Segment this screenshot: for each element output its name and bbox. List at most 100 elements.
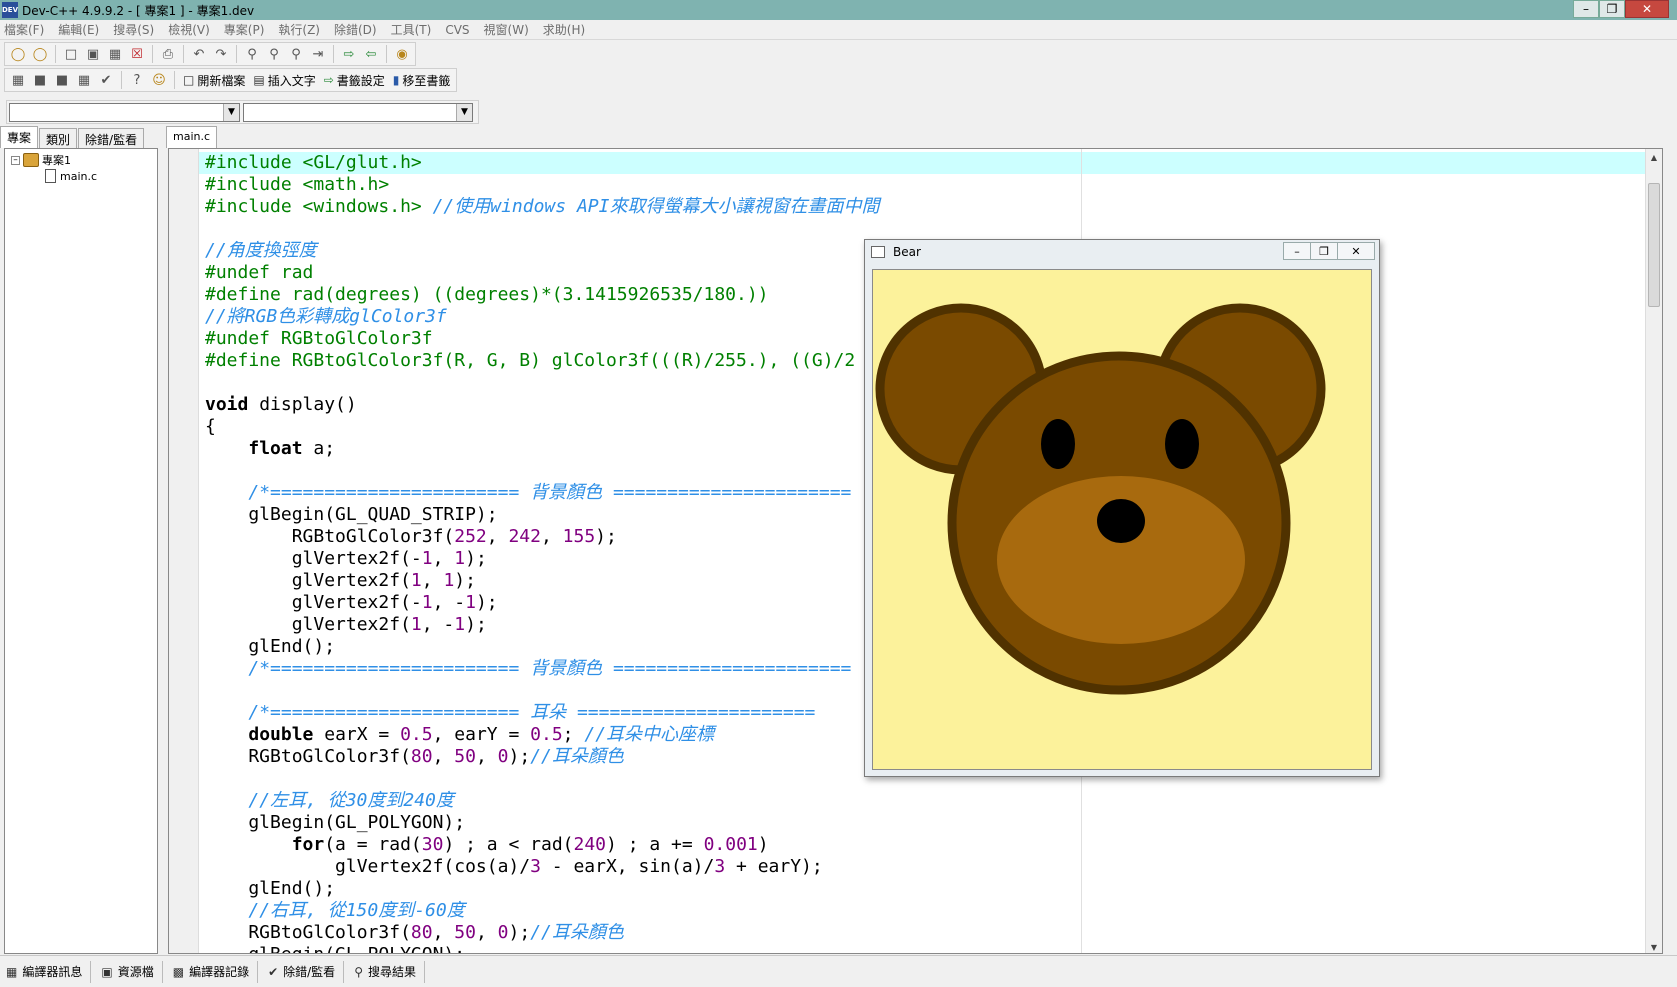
- code-line[interactable]: glVertex2f(1, 1);: [205, 570, 879, 592]
- menu-execute[interactable]: 執行(Z): [278, 21, 320, 38]
- save-icon[interactable]: ▣: [83, 44, 103, 64]
- menu-help[interactable]: 求助(H): [543, 21, 585, 38]
- code-line[interactable]: glEnd();: [205, 878, 879, 900]
- code-line[interactable]: RGBtoGlColor3f(80, 50, 0);//耳朵顏色: [205, 746, 879, 768]
- debug-check-icon[interactable]: ✔: [96, 70, 116, 90]
- close-file-icon[interactable]: ☒: [127, 44, 147, 64]
- code-line[interactable]: #include <math.h>: [205, 174, 879, 196]
- code-line[interactable]: [205, 680, 879, 702]
- maximize-button[interactable]: ❐: [1310, 242, 1338, 260]
- bear-window-titlebar[interactable]: Bear: [871, 245, 921, 259]
- goto-line-icon[interactable]: ⇥: [308, 44, 328, 64]
- scroll-down-icon[interactable]: ▼: [1646, 939, 1662, 953]
- source-code[interactable]: #include <GL/glut.h> #include <math.h> #in…: [205, 152, 879, 953]
- code-line[interactable]: void display(): [205, 394, 879, 416]
- tab-resources[interactable]: ▣ 資源檔: [101, 960, 163, 983]
- new-project-icon[interactable]: ◯: [30, 44, 50, 64]
- code-line[interactable]: glBegin(GL_POLYGON);: [205, 944, 879, 953]
- redo-icon[interactable]: ↷: [211, 44, 231, 64]
- rebuild-icon[interactable]: ▦: [74, 70, 94, 90]
- new-file-button[interactable]: □ 開新檔案: [183, 72, 245, 89]
- code-line[interactable]: glBegin(GL_POLYGON);: [205, 812, 879, 834]
- tab-compiler-messages[interactable]: ▦ 編譯器訊息: [6, 960, 92, 983]
- bookmark-set-button[interactable]: ⇨ 書籤設定: [324, 72, 385, 89]
- scroll-thumb[interactable]: [1648, 183, 1660, 307]
- code-line[interactable]: /*======================= 背景顏色 =========…: [205, 482, 879, 504]
- compile-icon[interactable]: ▦: [8, 70, 28, 90]
- tab-debug[interactable]: ✔ 除錯/監看: [268, 960, 345, 983]
- code-line[interactable]: [205, 460, 879, 482]
- menu-view[interactable]: 檢視(V): [168, 21, 210, 38]
- code-line[interactable]: for(a = rad(30) ; a < rad(240) ; a += 0.…: [205, 834, 879, 856]
- compile-run-icon[interactable]: ■: [52, 70, 72, 90]
- code-line[interactable]: float a;: [205, 438, 879, 460]
- code-line[interactable]: glVertex2f(-1, 1);: [205, 548, 879, 570]
- minimize-button[interactable]: –: [1573, 0, 1599, 18]
- add-to-project-icon[interactable]: ⇨: [339, 44, 359, 64]
- menu-project[interactable]: 專案(P): [224, 21, 265, 38]
- print-icon[interactable]: ⎙: [158, 44, 178, 64]
- tab-debug-watch[interactable]: 除錯/監看: [78, 128, 145, 148]
- tab-project[interactable]: 專案: [0, 126, 39, 148]
- insert-text-button[interactable]: ▤ 插入文字: [253, 72, 315, 89]
- tab-classes[interactable]: 類別: [39, 128, 78, 148]
- open-project-icon[interactable]: ◯: [8, 44, 28, 64]
- menu-edit[interactable]: 編輯(E): [58, 21, 99, 38]
- menu-file[interactable]: 檔案(F): [4, 21, 44, 38]
- member-combo[interactable]: ▼: [243, 102, 473, 122]
- menu-debug[interactable]: 除錯(D): [334, 21, 377, 38]
- menu-window[interactable]: 視窗(W): [484, 21, 529, 38]
- code-line[interactable]: /*======================= 耳朵 ===========…: [205, 702, 879, 724]
- undo-icon[interactable]: ↶: [189, 44, 209, 64]
- code-line[interactable]: #include <GL/glut.h>: [205, 152, 879, 174]
- code-line[interactable]: #include <windows.h> //使用windows API來取得螢…: [205, 196, 879, 218]
- vertical-scrollbar[interactable]: ▲ ▼: [1645, 149, 1662, 953]
- tree-item-project[interactable]: – 專案1: [11, 152, 71, 168]
- code-line[interactable]: //右耳, 從150度到-60度: [205, 900, 879, 922]
- code-line[interactable]: //角度換弳度: [205, 240, 879, 262]
- code-line[interactable]: glVertex2f(1, -1);: [205, 614, 879, 636]
- menu-search[interactable]: 搜尋(S): [113, 21, 154, 38]
- code-line[interactable]: glBegin(GL_QUAD_STRIP);: [205, 504, 879, 526]
- code-line[interactable]: glVertex2f(cos(a)/3 - earX, sin(a)/3 + e…: [205, 856, 879, 878]
- new-file-icon[interactable]: □: [61, 44, 81, 64]
- code-line[interactable]: RGBtoGlColor3f(252, 242, 155);: [205, 526, 879, 548]
- close-button[interactable]: ✕: [1337, 242, 1375, 260]
- code-line[interactable]: //將RGB色彩轉成glColor3f: [205, 306, 879, 328]
- code-line[interactable]: #undef rad: [205, 262, 879, 284]
- remove-from-project-icon[interactable]: ⇦: [361, 44, 381, 64]
- project-options-icon[interactable]: ◉: [392, 44, 412, 64]
- code-line[interactable]: glEnd();: [205, 636, 879, 658]
- editor-tab-main[interactable]: main.c: [166, 126, 218, 148]
- run-icon[interactable]: ■: [30, 70, 50, 90]
- code-line[interactable]: //左耳, 從30度到240度: [205, 790, 879, 812]
- code-line[interactable]: [205, 218, 879, 240]
- code-line[interactable]: double earX = 0.5, earY = 0.5; //耳朵中心座標: [205, 724, 879, 746]
- tab-compile-log[interactable]: ▩ 編譯器記錄: [173, 960, 259, 983]
- collapse-icon[interactable]: –: [11, 155, 20, 165]
- menu-tools[interactable]: 工具(T): [391, 21, 432, 38]
- help-icon[interactable]: ?: [127, 70, 147, 90]
- save-all-icon[interactable]: ▦: [105, 44, 125, 64]
- code-line[interactable]: RGBtoGlColor3f(80, 50, 0);//耳朵顏色: [205, 922, 879, 944]
- tree-item-file[interactable]: main.c: [45, 169, 97, 183]
- replace-icon[interactable]: ⚲: [264, 44, 284, 64]
- find-icon[interactable]: ⚲: [242, 44, 262, 64]
- chevron-down-icon[interactable]: ▼: [223, 103, 239, 121]
- code-line[interactable]: [205, 372, 879, 394]
- maximize-button[interactable]: ❐: [1599, 0, 1625, 18]
- find-next-icon[interactable]: ⚲: [286, 44, 306, 64]
- bear-window[interactable]: Bear – ❐ ✕: [864, 239, 1380, 777]
- tab-find-results[interactable]: ⚲ 搜尋結果: [354, 960, 425, 983]
- chevron-down-icon[interactable]: ▼: [456, 103, 472, 121]
- menu-cvs[interactable]: CVS: [445, 23, 469, 37]
- code-line[interactable]: #define rad(degrees) ((degrees)*(3.14159…: [205, 284, 879, 306]
- goto-bookmark-button[interactable]: ▮ 移至書籤: [393, 72, 451, 89]
- class-combo[interactable]: ▼: [9, 102, 240, 122]
- code-line[interactable]: [205, 768, 879, 790]
- minimize-button[interactable]: –: [1283, 242, 1311, 260]
- code-line[interactable]: #undef RGBtoGlColor3f: [205, 328, 879, 350]
- code-line[interactable]: /*======================= 背景顏色 =========…: [205, 658, 879, 680]
- code-line[interactable]: #define RGBtoGlColor3f(R, G, B) glColor3…: [205, 350, 879, 372]
- code-line[interactable]: {: [205, 416, 879, 438]
